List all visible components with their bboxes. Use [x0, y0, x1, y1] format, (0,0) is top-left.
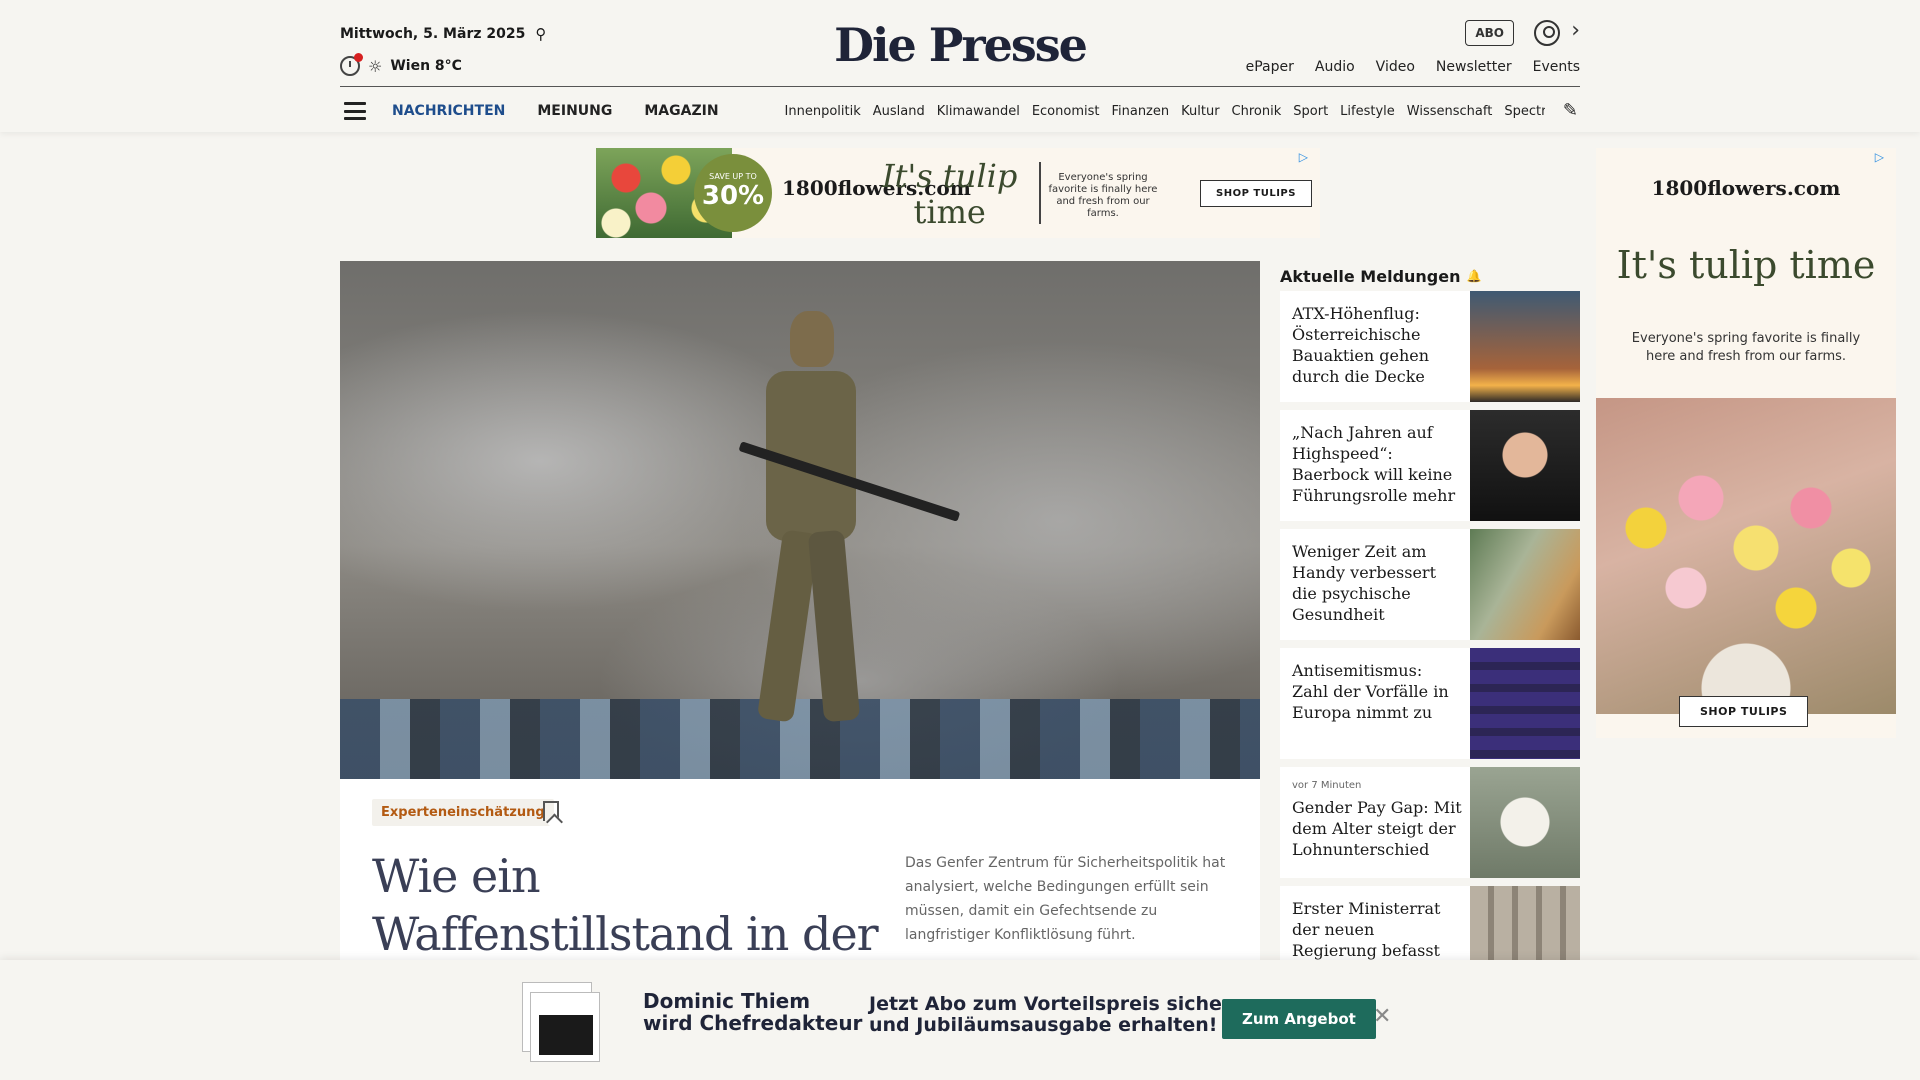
promo-text: Jetzt Abo zum Vorteilspreis sichern und … — [869, 994, 1245, 1036]
ad-divider — [1039, 162, 1041, 224]
nav-innenpolitik[interactable]: Innenpolitik — [785, 104, 861, 119]
nav-sport[interactable]: Sport — [1293, 104, 1328, 119]
hero-image[interactable] — [340, 261, 1260, 779]
promo-name-a: Dominic Thiem — [643, 989, 811, 1013]
nav-sections: NACHRICHTEN MEINUNG MAGAZIN — [392, 103, 719, 119]
latest-news-heading: Aktuelle Meldungen 🔔 — [1280, 261, 1580, 291]
news-item-time: vor 7 Minuten — [1292, 780, 1362, 791]
link-audio[interactable]: Audio — [1315, 59, 1355, 75]
pencil-icon[interactable]: ✎ — [1563, 100, 1578, 121]
close-icon[interactable]: ✕ — [1373, 1004, 1391, 1029]
nav-finanzen[interactable]: Finanzen — [1111, 104, 1169, 119]
site-header: Mittwoch, 5. März 2025 ⚲ ☼ Wien 8°C Die … — [0, 0, 1920, 132]
abo-button[interactable]: ABO — [1465, 20, 1514, 46]
nav-kultur[interactable]: Kultur — [1181, 104, 1219, 119]
promo-name-b: wird Chefredakteur — [643, 1011, 863, 1035]
ad-side-shop-button[interactable]: SHOP TULIPS — [1679, 696, 1809, 727]
nav-economist[interactable]: Economist — [1032, 104, 1100, 119]
header-divider — [340, 86, 1580, 87]
nav-chronik[interactable]: Chronik — [1232, 104, 1282, 119]
bell-icon[interactable]: 🔔 — [1467, 269, 1482, 283]
news-item[interactable]: ATX-Höhenflug: Österreichische Bauaktien… — [1280, 291, 1580, 402]
promo-text-b: und Jubiläumsausgabe erhalten! — [869, 1014, 1218, 1036]
news-item[interactable]: vor 7 Minuten Gender Pay Gap: Mit dem Al… — [1280, 767, 1580, 878]
hero-article[interactable]: Experteneinschätzung Wie ein Waffenstill… — [340, 261, 1260, 1019]
link-epaper[interactable]: ePaper — [1246, 59, 1294, 75]
news-item-thumbnail[interactable] — [1470, 529, 1580, 640]
ad-headline-a: It's tulip — [882, 157, 1018, 195]
promo-headline: Dominic Thiem wird Chefredakteur — [643, 990, 862, 1034]
ad-shop-button[interactable]: SHOP TULIPS — [1200, 180, 1312, 207]
news-item-thumbnail[interactable] — [1470, 410, 1580, 521]
ad-side-copy: Everyone's spring favorite is finally he… — [1631, 331, 1861, 364]
news-item-title[interactable]: Erster Ministerrat der neuen Regierung b… — [1292, 898, 1462, 961]
hero-teaser[interactable]: Das Genfer Zentrum für Sicherheitspoliti… — [905, 851, 1245, 947]
promo-text-a: Jetzt Abo zum Vorteilspreis sichern — [869, 993, 1245, 1015]
nav-ausland[interactable]: Ausland — [873, 104, 925, 119]
top-banner-ad[interactable]: SAVE UP TO 30% 1800flowers.com It's tuli… — [596, 148, 1320, 238]
ad-badge-percent: 30% — [701, 181, 765, 211]
nav-wissenschaft[interactable]: Wissenschaft — [1407, 104, 1493, 119]
ad-badge-small: SAVE UP TO — [709, 172, 757, 181]
nav-categories: Innenpolitik Ausland Klimawandel Economi… — [785, 104, 1545, 119]
latest-news-title: Aktuelle Meldungen — [1280, 266, 1461, 286]
news-item-thumbnail[interactable] — [1470, 767, 1580, 878]
news-item-thumbnail[interactable] — [1470, 648, 1580, 759]
ad-discount-badge: SAVE UP TO 30% — [694, 154, 772, 232]
ad-copy: Everyone's spring favorite is finally he… — [1048, 172, 1158, 219]
newspaper-image — [522, 982, 600, 1062]
latest-news: Aktuelle Meldungen 🔔 ATX-Höhenflug: Öste… — [1280, 261, 1580, 1005]
chevron-right-icon[interactable]: › — [1571, 18, 1580, 43]
bookmark-icon[interactable] — [543, 801, 559, 821]
news-item-title[interactable]: Gender Pay Gap: Mit dem Alter steigt der… — [1292, 797, 1462, 860]
news-item-thumbnail[interactable] — [1470, 291, 1580, 402]
news-item-title[interactable]: Antisemitismus: Zahl der Vorfälle in Eur… — [1292, 660, 1462, 723]
header-links: ePaper Audio Video Newsletter Events — [1246, 59, 1580, 75]
ad-headline-b: time — [913, 193, 986, 231]
ad-side-headline: It's tulip time — [1616, 243, 1876, 287]
user-icon[interactable] — [1534, 20, 1560, 46]
nav-lifestyle[interactable]: Lifestyle — [1340, 104, 1395, 119]
news-item-title[interactable]: „Nach Jahren auf Highspeed“: Baerbock wi… — [1292, 422, 1462, 506]
ad-headline: It's tulip time — [882, 158, 1017, 230]
news-item-title[interactable]: Weniger Zeit am Handy verbessert die psy… — [1292, 541, 1462, 625]
adchoices-icon[interactable]: ▷ — [1875, 150, 1884, 164]
link-video[interactable]: Video — [1376, 59, 1415, 75]
main-nav: NACHRICHTEN MEINUNG MAGAZIN Innenpolitik… — [340, 96, 1580, 126]
news-item[interactable]: „Nach Jahren auf Highspeed“: Baerbock wi… — [1280, 410, 1580, 521]
ad-side-flowers-image — [1596, 398, 1896, 714]
side-skyscraper-ad[interactable]: ▷ 1800flowers.com It's tulip time Everyo… — [1596, 148, 1896, 738]
news-item-title[interactable]: ATX-Höhenflug: Österreichische Bauaktien… — [1292, 303, 1462, 387]
news-item[interactable]: Weniger Zeit am Handy verbessert die psy… — [1280, 529, 1580, 640]
link-events[interactable]: Events — [1533, 59, 1580, 75]
nav-magazin[interactable]: MAGAZIN — [644, 103, 718, 119]
adchoices-icon[interactable]: ▷ — [1299, 150, 1308, 164]
hero-image-soldier — [738, 311, 961, 731]
news-item[interactable]: Antisemitismus: Zahl der Vorfälle in Eur… — [1280, 648, 1580, 759]
nav-spectrum[interactable]: Spectrum — [1504, 104, 1544, 119]
nav-meinung[interactable]: MEINUNG — [537, 103, 612, 119]
subscription-promo-bar: Dominic Thiem wird Chefredakteur Jetzt A… — [0, 960, 1920, 1080]
menu-icon[interactable] — [344, 102, 366, 120]
nav-klimawandel[interactable]: Klimawandel — [937, 104, 1020, 119]
header-inner: Mittwoch, 5. März 2025 ⚲ ☼ Wien 8°C Die … — [340, 0, 1580, 132]
link-newsletter[interactable]: Newsletter — [1436, 59, 1512, 75]
offer-button[interactable]: Zum Angebot — [1222, 999, 1376, 1039]
ad-side-brand-logo: 1800flowers.com — [1651, 176, 1841, 200]
article-category-tag[interactable]: Experteneinschätzung — [372, 799, 554, 826]
nav-nachrichten[interactable]: NACHRICHTEN — [392, 103, 505, 119]
